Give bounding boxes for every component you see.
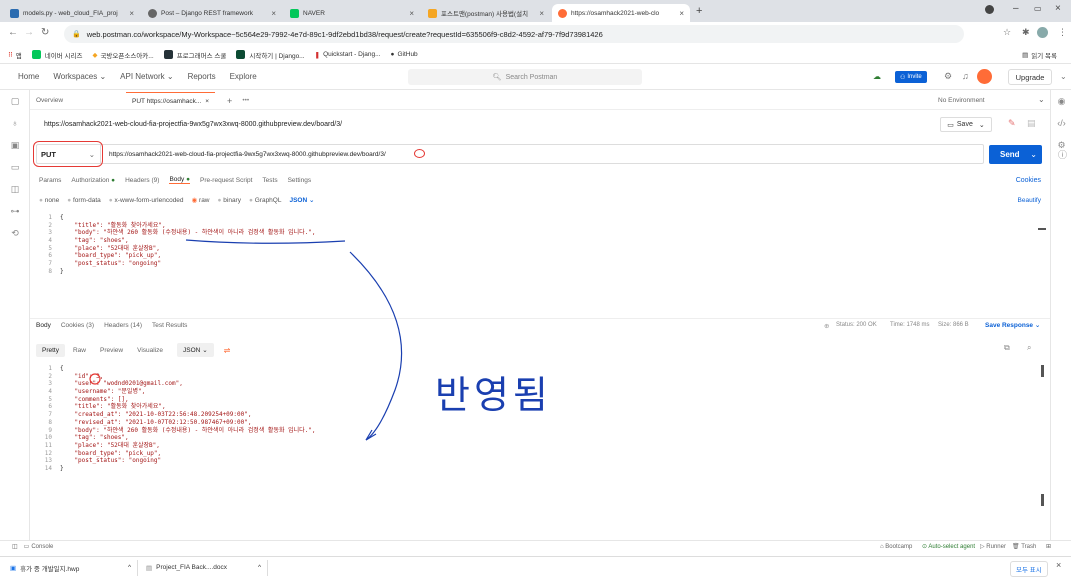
annotation-layer <box>89 239 403 441</box>
download-filename: 휴가 중 개발일지.hwp <box>20 565 80 573</box>
chevron-up-icon[interactable]: ^ <box>258 564 261 571</box>
close-icon[interactable]: × <box>1056 560 1061 570</box>
download-item[interactable]: ▤ Project_FIA Back....docx ^ <box>138 559 268 576</box>
status-item-label: Trash <box>1021 544 1037 550</box>
trash-link[interactable]: 🗑︎ Trash <box>1012 543 1036 550</box>
console-button[interactable]: ▭ Console <box>24 543 54 550</box>
handwritten-annotation: 반영됨 <box>435 373 552 417</box>
console-label: Console <box>31 544 54 550</box>
agent-select[interactable]: ⊙ Auto-select agent <box>922 543 975 550</box>
status-item-label: Bootcamp <box>885 543 913 550</box>
arrow-annotation <box>349 251 403 441</box>
downloads-bar: ▣ 휴가 중 개발일지.hwp ^ ▤ Project_FIA Back....… <box>0 556 1071 578</box>
red-circle-id <box>89 373 101 385</box>
layout-icon[interactable]: ⊞ <box>1046 543 1051 550</box>
status-item-label: Runner <box>986 544 1006 550</box>
sidebar-toggle-icon[interactable]: ◫ <box>12 543 18 550</box>
status-item-label: Auto-select agent <box>928 544 976 550</box>
bootcamp-link[interactable]: ⌂ Bootcamp <box>880 544 912 550</box>
chevron-up-icon[interactable]: ^ <box>128 564 131 571</box>
download-filename: Project_FIA Back....docx <box>156 564 227 571</box>
show-all-button[interactable]: 모두 표시 <box>1010 561 1048 577</box>
console-icon: ▭ <box>23 544 30 550</box>
doc-file-icon: ▤ <box>146 564 153 572</box>
status-bar: ◫ ▭ Console ⌂ Bootcamp ⊙ Auto-select agen… <box>0 540 1071 552</box>
download-item[interactable]: ▣ 휴가 중 개발일지.hwp ^ <box>10 559 138 576</box>
runner-link[interactable]: ▷ Runner <box>980 543 1006 550</box>
hwp-file-icon: ▣ <box>10 564 17 572</box>
trash-icon: 🗑︎ <box>1012 544 1022 550</box>
underline-annotation <box>185 239 346 244</box>
